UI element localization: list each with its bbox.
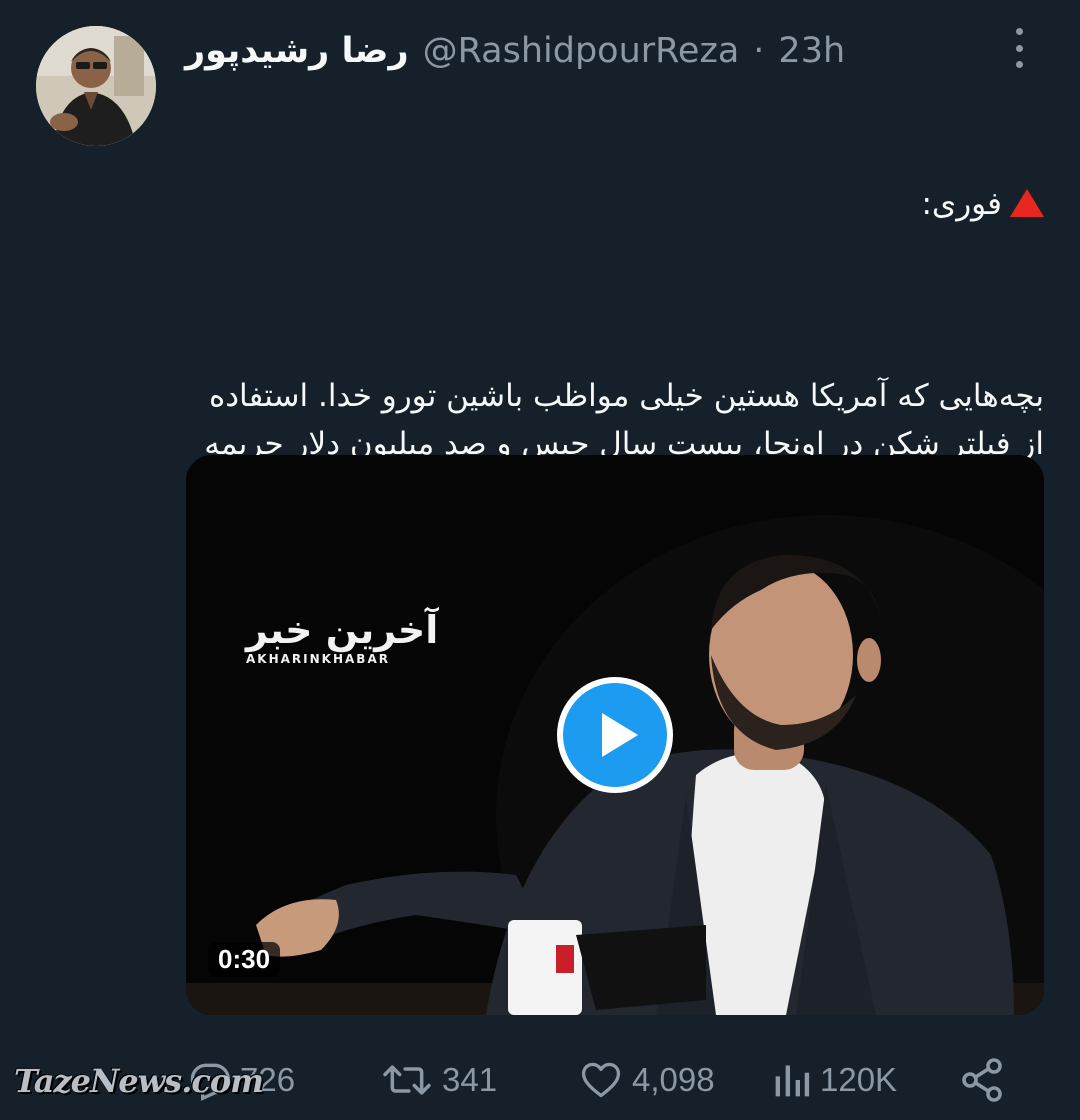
like-button[interactable]: 4,098: [578, 1052, 715, 1108]
views-button[interactable]: 120K: [772, 1052, 897, 1108]
logo-latin: AKHARINKHABAR: [246, 652, 390, 666]
red-triangle-icon: [1010, 188, 1044, 217]
separator: ·: [753, 31, 765, 71]
play-button[interactable]: [557, 677, 673, 793]
more-options-icon[interactable]: [1004, 26, 1034, 70]
retweet-icon: [383, 1065, 431, 1095]
retweet-button[interactable]: 341: [380, 1052, 497, 1108]
breaking-label: فوری:: [921, 186, 1002, 222]
display-name[interactable]: رضا رشیدپور: [185, 31, 409, 71]
channel-logo: آخرین خبر AKHARINKHABAR: [246, 608, 439, 666]
user-handle[interactable]: @RashidpourReza: [423, 31, 740, 71]
profile-photo: [36, 26, 156, 146]
retweet-count: 341: [442, 1061, 498, 1098]
heart-icon: [581, 1062, 621, 1098]
view-count: 120K: [820, 1061, 898, 1098]
like-count: 4,098: [632, 1061, 715, 1098]
watermark: TazeNews.com: [14, 1062, 264, 1100]
video-duration: 0:30: [208, 942, 281, 977]
dot: [1015, 44, 1023, 52]
share-icon: [962, 1058, 1002, 1102]
analytics-icon: [775, 1065, 810, 1097]
breaking-tag: فوری:: [186, 180, 1044, 228]
dot: [1015, 61, 1023, 68]
timestamp[interactable]: 23h: [778, 31, 845, 71]
play-triangle: [601, 713, 638, 757]
dot: [1015, 28, 1023, 35]
share-button[interactable]: [958, 1052, 1006, 1108]
video-player[interactable]: آخرین خبر AKHARINKHABAR 0:30: [186, 455, 1044, 1015]
logo-persian: آخرین خبر: [246, 608, 439, 652]
avatar[interactable]: [36, 26, 156, 146]
tweet-header: رضا رشیدپور @RashidpourReza · 23h: [185, 26, 845, 76]
play-icon: [563, 683, 667, 787]
